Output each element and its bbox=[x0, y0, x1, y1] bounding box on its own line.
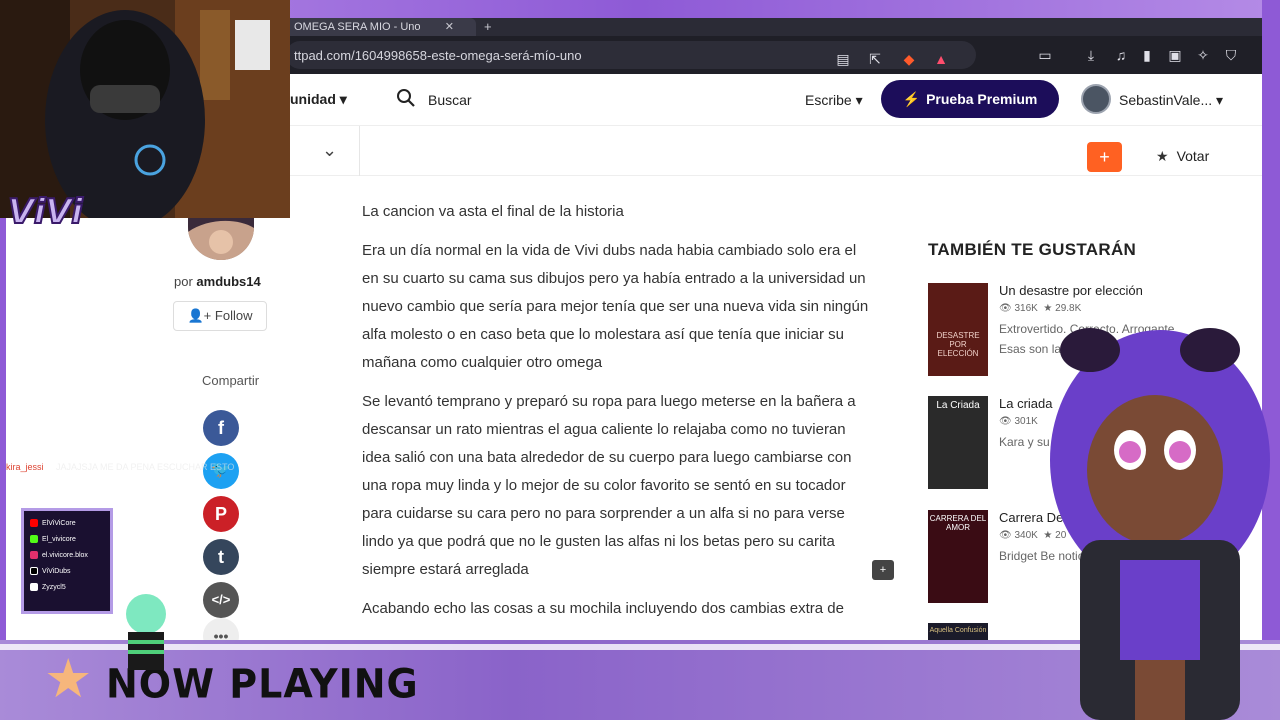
bolt-icon: ⚡ bbox=[902, 91, 921, 107]
music-icon[interactable]: ♫ bbox=[1112, 46, 1130, 64]
webcam-feed bbox=[0, 0, 290, 218]
follow-button[interactable]: 👤+ Follow bbox=[173, 301, 267, 331]
inline-comment-icon[interactable]: + bbox=[872, 560, 894, 580]
recommendations-title: TAMBIÉN TE GUSTARÁN bbox=[928, 240, 1137, 259]
book-cover[interactable]: La Criada bbox=[928, 396, 988, 489]
star-icon: ★ bbox=[1156, 148, 1169, 164]
brave-shield-icon[interactable]: ◆ bbox=[900, 50, 918, 68]
chat-message: JAJAJSJA ME DA PENA ESCUCHAR ESTO bbox=[56, 462, 235, 472]
panel-icon[interactable]: ▮ bbox=[1138, 46, 1156, 64]
new-tab-icon[interactable]: + bbox=[484, 18, 492, 36]
book-cover[interactable]: DESASTRE POR ELECCIÓN bbox=[928, 283, 988, 376]
chevron-down-icon[interactable]: ⌄ bbox=[322, 140, 337, 161]
brand-logo: ViVi bbox=[7, 191, 84, 233]
youtube-icon bbox=[30, 519, 38, 527]
tab-title: OMEGA SERA MIO - Uno bbox=[294, 21, 421, 33]
browser-tab[interactable]: OMEGA SERA MIO - Uno ✕ bbox=[286, 18, 476, 36]
author-name[interactable]: amdubs14 bbox=[196, 274, 260, 289]
user-menu[interactable]: SebastinVale... ▾ bbox=[1119, 92, 1223, 109]
premium-button[interactable]: ⚡ Prueba Premium bbox=[881, 80, 1059, 118]
x-icon bbox=[30, 567, 38, 575]
socials-card: ElViViCore El_vivicore el.vivicore.blox … bbox=[21, 508, 113, 614]
add-to-list-button[interactable]: + bbox=[1087, 142, 1122, 172]
write-menu[interactable]: Escribe ▾ bbox=[805, 92, 863, 109]
add-user-icon: 👤+ bbox=[187, 308, 212, 323]
embed-icon[interactable]: </> bbox=[203, 582, 239, 618]
tumblr-icon[interactable]: t bbox=[203, 539, 239, 575]
reader-mode-icon[interactable]: ▤ bbox=[834, 50, 852, 68]
instagram-icon bbox=[30, 551, 38, 559]
address-bar[interactable]: ttpad.com/1604998658-este-omega-será-mío… bbox=[286, 41, 976, 69]
divider bbox=[359, 126, 360, 176]
book-cover[interactable]: Aquella Confusión bbox=[928, 623, 988, 640]
tab-close-icon[interactable]: ✕ bbox=[445, 18, 454, 36]
book-cover[interactable]: CARRERA DEL AMOR bbox=[928, 510, 988, 603]
search-input[interactable]: Buscar bbox=[428, 92, 472, 108]
search-icon[interactable] bbox=[396, 88, 416, 108]
kick-icon bbox=[30, 535, 38, 543]
author-byline: por amdubs14 bbox=[174, 274, 261, 289]
roblox-icon bbox=[30, 583, 38, 591]
facebook-icon[interactable]: f bbox=[203, 410, 239, 446]
book-stats: 👁 301K bbox=[999, 416, 1038, 427]
vtuber-avatar bbox=[1050, 328, 1270, 720]
green-character bbox=[118, 590, 174, 670]
url-text: ttpad.com/1604998658-este-omega-será-mío… bbox=[294, 48, 582, 63]
avatar[interactable] bbox=[1081, 84, 1111, 114]
story-paragraph: Acabando echo las cosas a su mochila inc… bbox=[362, 600, 844, 617]
book-stats: 👁 316K ★ 29.8K bbox=[999, 303, 1082, 314]
wallet-icon[interactable]: ▣ bbox=[1166, 46, 1184, 64]
star-icon: ★ bbox=[44, 649, 93, 709]
book-title[interactable]: Un desastre por elección bbox=[999, 283, 1143, 298]
story-paragraph: Se levantó temprano y preparó su ropa pa… bbox=[362, 393, 856, 578]
pinterest-icon[interactable]: P bbox=[203, 496, 239, 532]
vote-button[interactable]: ★ Votar bbox=[1156, 148, 1209, 165]
leo-icon[interactable]: ✧ bbox=[1194, 46, 1212, 64]
more-icon[interactable]: ••• bbox=[203, 618, 239, 640]
nav-comunidad[interactable]: unidad ▾ bbox=[290, 91, 347, 108]
story-text: La cancion va asta el final de la histor… bbox=[362, 198, 872, 634]
vpn-icon[interactable]: ⛉ bbox=[1222, 46, 1240, 64]
story-paragraph: La cancion va asta el final de la histor… bbox=[362, 203, 624, 220]
brave-rewards-icon[interactable]: ▲ bbox=[932, 50, 950, 68]
story-paragraph: Era un día normal en la vida de Vivi dub… bbox=[362, 242, 869, 371]
download-icon[interactable]: ⤓ bbox=[1082, 46, 1100, 64]
chat-username: kira_jessi bbox=[6, 462, 44, 472]
sidebar-icon[interactable]: ▭ bbox=[1036, 46, 1054, 64]
share-label: Compartir bbox=[202, 373, 260, 388]
share-icon[interactable]: ⇱ bbox=[866, 50, 884, 68]
